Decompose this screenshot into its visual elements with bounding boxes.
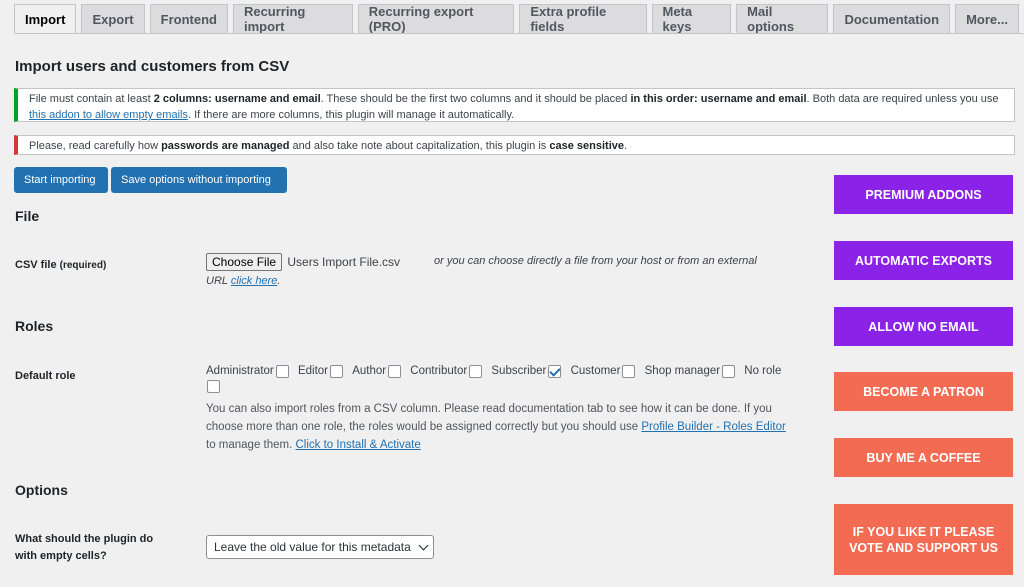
empty-cells-label: What should the plugin do with empty cel… [15, 531, 175, 565]
role-label: Subscriber [491, 363, 546, 380]
default-role-label: Default role [15, 368, 76, 385]
checkbox-author[interactable] [388, 365, 401, 378]
notice-text: and also take note about capitalization,… [289, 140, 549, 152]
notice-text: File must contain at least [29, 93, 154, 105]
period-text: . [277, 275, 280, 287]
role-customer: Customer [571, 363, 636, 380]
become-a-patron-button[interactable]: BECOME A PATRON [834, 372, 1013, 411]
click-here-link[interactable]: click here [231, 275, 277, 287]
checkbox-administrator[interactable] [276, 365, 289, 378]
file-input: Choose File Users Import File.csv [206, 253, 400, 271]
csv-file-label-text: CSV file [15, 259, 57, 271]
tab-frontend[interactable]: Frontend [150, 4, 228, 33]
role-contributor: Contributor [410, 363, 482, 380]
tab-recurring-import[interactable]: Recurring import [233, 4, 353, 33]
tabs-divider [14, 33, 1024, 34]
buy-me-a-coffee-button[interactable]: BUY ME A COFFEE [834, 438, 1013, 477]
roles-heading: Roles [15, 318, 53, 334]
notice-text: Please, read carefully how [29, 140, 161, 152]
checkbox-customer[interactable] [622, 365, 635, 378]
tab-import[interactable]: Import [14, 4, 76, 34]
premium-addons-button[interactable]: PREMIUM ADDONS [834, 175, 1013, 214]
notice-text: . These should be the first two columns … [321, 93, 631, 105]
select-value: Leave the old value for this metadata [214, 540, 411, 554]
role-editor: Editor [298, 363, 343, 380]
notice-bold: passwords are managed [161, 140, 289, 152]
checkbox-shop-manager[interactable] [722, 365, 735, 378]
tab-more[interactable]: More... [955, 4, 1019, 33]
role-author: Author [352, 363, 401, 380]
role-label: Author [352, 363, 386, 380]
notice-text: . If there are more columns, this plugin… [188, 109, 514, 121]
role-label: Shop manager [645, 363, 720, 380]
profile-builder-link[interactable]: Profile Builder - Roles Editor [641, 421, 785, 433]
roles-checkboxes: Administrator Editor Author Contributor … [206, 363, 806, 399]
tab-documentation[interactable]: Documentation [833, 4, 950, 33]
options-heading: Options [15, 482, 68, 498]
page-title: Import users and customers from CSV [15, 58, 289, 75]
role-administrator: Administrator [206, 363, 289, 380]
install-activate-link[interactable]: Click to Install & Activate [296, 439, 421, 451]
checkbox-contributor[interactable] [469, 365, 482, 378]
nav-tabs: Import Export Frontend Recurring import … [14, 4, 1024, 34]
tab-recurring-export-pro[interactable]: Recurring export (PRO) [358, 4, 515, 33]
notice-text: . [624, 140, 627, 152]
start-importing-button[interactable]: Start importing [14, 167, 108, 193]
csv-file-label: CSV file (required) [15, 257, 106, 274]
automatic-exports-button[interactable]: AUTOMATIC EXPORTS [834, 241, 1013, 280]
vote-and-support-button[interactable]: IF YOU LIKE IT PLEASE VOTE AND SUPPORT U… [834, 504, 1013, 575]
role-label: Editor [298, 363, 328, 380]
role-label: Customer [571, 363, 621, 380]
url-text: URL [206, 275, 231, 287]
role-no-role: No role [744, 363, 781, 380]
notice-bold: in this order: username and email [630, 93, 806, 105]
alt-file-text: or you can choose directly a file from y… [434, 255, 757, 267]
role-label: Administrator [206, 363, 274, 380]
checkbox-editor[interactable] [330, 365, 343, 378]
notice-columns: File must contain at least 2 columns: us… [14, 88, 1015, 122]
notice-bold: case sensitive [549, 140, 624, 152]
role-label: Contributor [410, 363, 467, 380]
roles-help-text: You can also import roles from a CSV col… [206, 400, 796, 454]
chevron-down-icon [419, 541, 429, 551]
empty-cells-select[interactable]: Leave the old value for this metadata [206, 535, 434, 559]
required-text: (required) [60, 260, 107, 271]
allow-no-email-button[interactable]: ALLOW NO EMAIL [834, 307, 1013, 346]
alt-file-text-2: URL click here. [206, 275, 280, 287]
choose-file-button[interactable]: Choose File [206, 253, 282, 271]
role-subscriber: Subscriber [491, 363, 561, 380]
allow-empty-emails-link[interactable]: this addon to allow empty emails [29, 109, 188, 121]
tab-extra-profile-fields[interactable]: Extra profile fields [519, 4, 646, 33]
checkbox-subscriber[interactable] [548, 365, 561, 378]
tab-meta-keys[interactable]: Meta keys [652, 4, 732, 33]
role-shop-manager: Shop manager [645, 363, 735, 380]
roles-help-part2: to manage them. [206, 439, 296, 451]
file-heading: File [15, 208, 39, 224]
role-label: No role [744, 363, 781, 380]
tab-export[interactable]: Export [81, 4, 144, 33]
notice-passwords: Please, read carefully how passwords are… [14, 135, 1015, 155]
notice-bold: 2 columns: username and email [154, 93, 321, 105]
notice-text: . Both data are required unless you use [807, 93, 999, 105]
selected-file-name: Users Import File.csv [287, 255, 400, 269]
checkbox-no-role[interactable] [207, 380, 220, 393]
tab-mail-options[interactable]: Mail options [736, 4, 828, 33]
save-options-button[interactable]: Save options without importing [111, 167, 287, 193]
